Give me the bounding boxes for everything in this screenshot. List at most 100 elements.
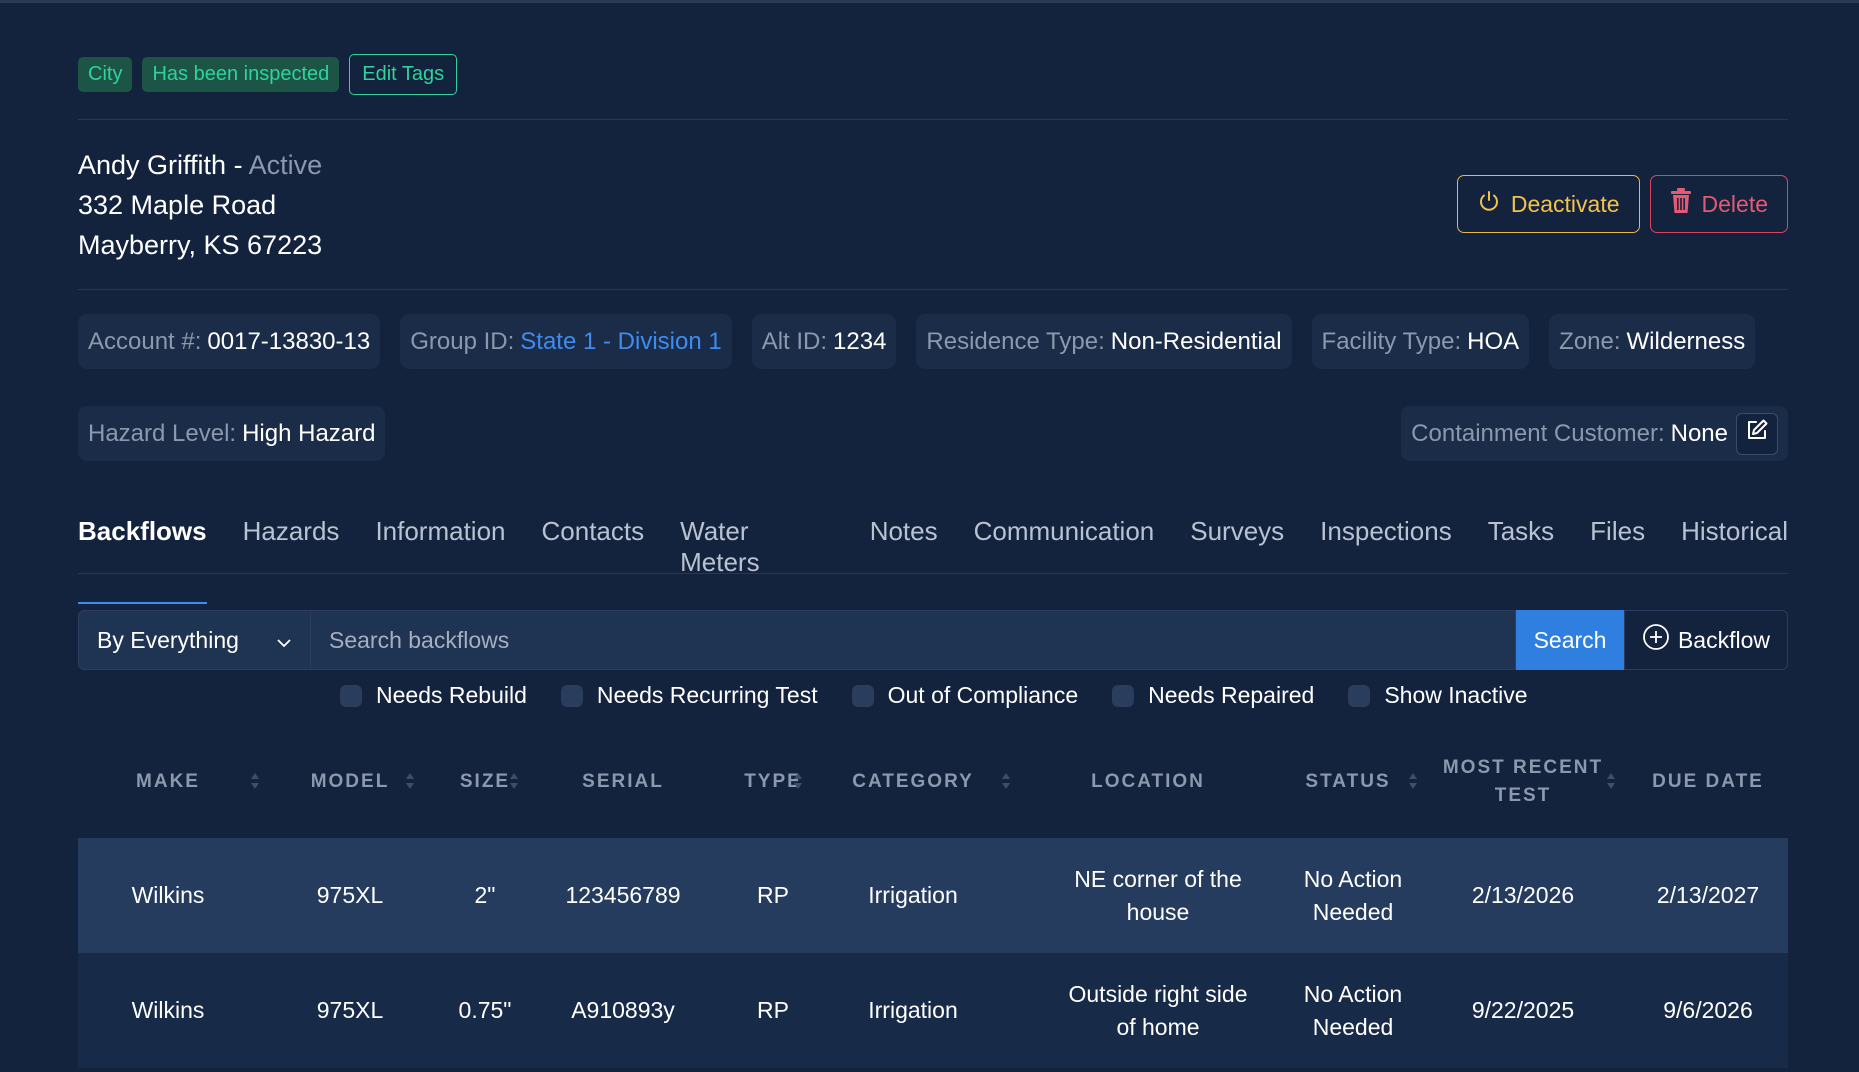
column-header-status[interactable]: STATUS bbox=[1278, 752, 1418, 812]
filter-label: Needs Repaired bbox=[1148, 682, 1315, 708]
customer-actions: Deactivate Delete bbox=[1456, 175, 1788, 233]
filter-out-of-compliance[interactable]: Out of Compliance bbox=[851, 682, 1079, 709]
cell-size: 2" bbox=[474, 882, 496, 908]
tab-divider bbox=[78, 573, 1788, 574]
group-id-link[interactable]: State 1 - Division 1 bbox=[520, 328, 721, 356]
sort-icon[interactable] bbox=[250, 770, 260, 792]
sort-icon[interactable] bbox=[509, 770, 519, 792]
column-header-due-date: DUE DATE bbox=[1652, 771, 1764, 792]
cell-most-recent-test: 9/22/2025 bbox=[1471, 997, 1575, 1023]
cell-make: Wilkins bbox=[131, 997, 205, 1023]
checkbox[interactable] bbox=[340, 684, 362, 707]
filter-label: Needs Rebuild bbox=[376, 682, 527, 708]
filter-label: Needs Recurring Test bbox=[596, 682, 818, 708]
table-row[interactable]: Wilkins 975XL 0.75" A910893y RP Irrigati… bbox=[78, 953, 1788, 1068]
cell-category: Irrigation bbox=[868, 882, 958, 908]
search-input[interactable] bbox=[311, 610, 1516, 670]
sort-icon[interactable] bbox=[1408, 770, 1418, 792]
tab-historical[interactable]: Historical bbox=[1681, 516, 1788, 604]
power-icon bbox=[1477, 189, 1501, 219]
sort-icon[interactable] bbox=[1606, 770, 1616, 792]
checkbox[interactable] bbox=[560, 684, 583, 707]
add-backflow-button[interactable]: Backflow bbox=[1624, 610, 1788, 670]
checkbox[interactable] bbox=[851, 684, 874, 707]
search-scope-select[interactable]: By Everything bbox=[78, 610, 311, 670]
search-button[interactable]: Search bbox=[1516, 610, 1624, 670]
cell-serial: A910893y bbox=[571, 997, 675, 1023]
address-line-2: Mayberry, KS 67223 bbox=[78, 230, 323, 260]
tab-bar: Backflows Hazards Information Contacts W… bbox=[78, 516, 1788, 604]
search-bar: By Everything Search Backflow bbox=[78, 610, 1788, 670]
cell-status: No Action Needed bbox=[1303, 980, 1403, 1040]
filter-needs-rebuild[interactable]: Needs Rebuild bbox=[340, 682, 527, 709]
table-row[interactable]: Wilkins 975XL 2" 123456789 RP Irrigation… bbox=[78, 838, 1788, 953]
customer-name: Andy Griffith bbox=[78, 150, 227, 180]
alt-id-value: 1234 bbox=[833, 327, 887, 355]
column-header-category[interactable]: CATEGORY bbox=[838, 752, 988, 812]
cell-location: Outside right side of home bbox=[1068, 980, 1248, 1040]
residence-type-chip: Residence Type: Non-Residential bbox=[916, 314, 1292, 369]
column-header-type[interactable]: TYPE bbox=[718, 752, 828, 812]
top-border bbox=[0, 0, 1859, 3]
chevron-down-icon bbox=[276, 627, 292, 654]
info-chips: Account #: 0017-13830-13 Group ID: State 1… bbox=[78, 314, 1756, 369]
edit-tags-button[interactable]: Edit Tags bbox=[349, 54, 458, 95]
column-header-most-recent-test[interactable]: MOST RECENT TEST bbox=[1433, 752, 1613, 812]
group-id-label: Group ID: bbox=[410, 327, 515, 355]
add-backflow-label: Backflow bbox=[1677, 626, 1771, 653]
edit-containment-button[interactable] bbox=[1736, 412, 1778, 455]
column-header-make[interactable]: MAKE bbox=[118, 752, 218, 812]
filter-needs-recurring-test[interactable]: Needs Recurring Test bbox=[560, 682, 818, 709]
account-number-chip: Account #: 0017-13830-13 bbox=[78, 314, 381, 369]
residence-type-label: Residence Type: bbox=[926, 327, 1105, 355]
group-id-chip: Group ID: State 1 - Division 1 bbox=[400, 314, 732, 369]
filter-needs-repaired[interactable]: Needs Repaired bbox=[1112, 682, 1314, 709]
tab-hazards[interactable]: Hazards bbox=[243, 516, 340, 604]
cell-make: Wilkins bbox=[131, 882, 205, 908]
column-header-location: LOCATION bbox=[1091, 771, 1205, 792]
customer-header: Andy Griffith - Active 332 Maple Road Ma… bbox=[78, 145, 322, 265]
divider bbox=[78, 289, 1788, 290]
containment-customer-chip: Containment Customer: None bbox=[1401, 406, 1788, 461]
trash-icon bbox=[1670, 188, 1692, 220]
sort-icon[interactable] bbox=[793, 770, 803, 792]
cell-status: No Action Needed bbox=[1303, 865, 1403, 925]
sort-icon[interactable] bbox=[405, 770, 415, 792]
table-header: MAKE MODEL SIZE SERIAL TYPE CATEGORY LOC… bbox=[78, 752, 1788, 812]
zone-label: Zone: bbox=[1559, 327, 1621, 355]
tag-list: City Has been inspected Edit Tags bbox=[78, 54, 458, 95]
cell-due-date: 2/13/2027 bbox=[1656, 882, 1760, 908]
tab-tasks[interactable]: Tasks bbox=[1488, 516, 1554, 604]
tag-city: City bbox=[78, 57, 133, 92]
customer-status: Active bbox=[248, 150, 323, 180]
tab-communication[interactable]: Communication bbox=[974, 516, 1155, 604]
tag-has-been-inspected: Has been inspected bbox=[142, 57, 340, 92]
delete-button[interactable]: Delete bbox=[1649, 175, 1788, 233]
hazard-level-chip: Hazard Level: High Hazard bbox=[78, 406, 386, 461]
cell-category: Irrigation bbox=[868, 997, 958, 1023]
filter-show-inactive[interactable]: Show Inactive bbox=[1348, 682, 1528, 709]
tab-files[interactable]: Files bbox=[1590, 516, 1645, 604]
column-header-model[interactable]: MODEL bbox=[290, 752, 410, 812]
checkbox[interactable] bbox=[1112, 684, 1135, 707]
tab-backflows[interactable]: Backflows bbox=[78, 516, 207, 604]
checkbox[interactable] bbox=[1348, 684, 1371, 707]
hazard-level-value: High Hazard bbox=[242, 419, 376, 447]
facility-type-label: Facility Type: bbox=[1321, 327, 1462, 355]
filter-label: Out of Compliance bbox=[887, 682, 1079, 708]
tab-surveys[interactable]: Surveys bbox=[1190, 516, 1284, 604]
tab-contacts[interactable]: Contacts bbox=[542, 516, 645, 604]
cell-model: 975XL bbox=[316, 997, 384, 1023]
tab-information[interactable]: Information bbox=[375, 516, 505, 604]
plus-circle-icon bbox=[1642, 623, 1670, 657]
filter-label: Show Inactive bbox=[1384, 682, 1528, 708]
deactivate-button[interactable]: Deactivate bbox=[1456, 175, 1640, 233]
sort-icon[interactable] bbox=[1001, 770, 1011, 792]
tab-inspections[interactable]: Inspections bbox=[1320, 516, 1452, 604]
tab-water-meters[interactable]: Water Meters bbox=[680, 516, 834, 604]
column-header-serial: SERIAL bbox=[582, 771, 664, 792]
residence-type-value: Non-Residential bbox=[1110, 327, 1282, 355]
edit-icon bbox=[1745, 418, 1769, 449]
tab-notes[interactable]: Notes bbox=[870, 516, 938, 604]
facility-type-value: HOA bbox=[1467, 327, 1520, 355]
